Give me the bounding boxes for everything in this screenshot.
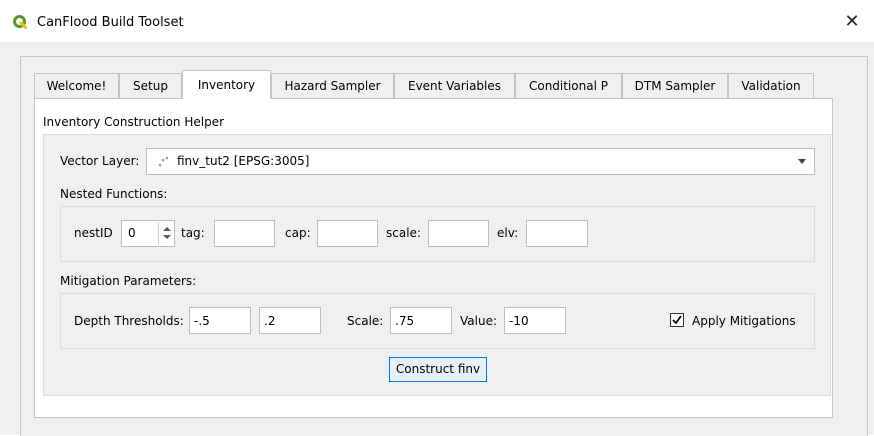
checkmark-icon	[672, 315, 682, 325]
tab-validation[interactable]: Validation	[728, 73, 814, 98]
depth-high-input[interactable]	[259, 307, 321, 334]
nestid-spinbox[interactable]: 0	[121, 220, 175, 247]
section-title: Inventory Construction Helper	[43, 115, 225, 129]
nestid-label: nestID	[74, 226, 113, 240]
tab-welcome[interactable]: Welcome!	[34, 73, 119, 98]
cap-label: cap:	[285, 226, 311, 240]
tag-label: tag:	[181, 226, 205, 240]
depth-low-input[interactable]	[189, 307, 251, 334]
tab-setup[interactable]: Setup	[119, 73, 182, 98]
spin-down-icon[interactable]	[163, 235, 171, 239]
apply-mitigations-label: Apply Mitigations	[692, 314, 796, 328]
mitigation-parameters-label: Mitigation Parameters:	[60, 274, 197, 288]
spin-up-icon[interactable]	[163, 227, 171, 231]
apply-mitigations-checkbox[interactable]	[670, 313, 684, 327]
mitigation-scale-label: Scale:	[347, 314, 384, 328]
tab-hazard-sampler[interactable]: Hazard Sampler	[271, 73, 394, 98]
tab-conditional-p[interactable]: Conditional P	[515, 73, 622, 98]
mitigation-value-input[interactable]	[504, 307, 566, 334]
nestid-value: 0	[128, 226, 136, 240]
depth-thresholds-label: Depth Thresholds:	[74, 314, 184, 328]
elv-input[interactable]	[526, 220, 588, 247]
vector-layer-value: finv_tut2 [EPSG:3005]	[177, 154, 310, 168]
elv-label: elv:	[497, 226, 519, 240]
point-layer-icon	[158, 156, 169, 167]
construct-finv-button[interactable]: Construct finv	[389, 357, 487, 382]
nested-functions-label: Nested Functions:	[60, 187, 168, 201]
tab-dtm-sampler[interactable]: DTM Sampler	[622, 73, 728, 98]
tag-input[interactable]	[214, 220, 275, 247]
mitigation-value-label: Value:	[460, 314, 497, 328]
close-icon[interactable]: ✕	[842, 12, 862, 32]
vector-layer-label: Vector Layer:	[60, 154, 140, 168]
spin-buttons[interactable]	[158, 222, 175, 245]
chevron-down-icon[interactable]	[798, 159, 806, 164]
scale-label: scale:	[386, 226, 421, 240]
qgis-logo-icon	[13, 15, 27, 29]
vector-layer-combo[interactable]: finv_tut2 [EPSG:3005]	[146, 148, 815, 175]
tab-inventory[interactable]: Inventory	[182, 70, 271, 99]
cap-input[interactable]	[317, 220, 378, 247]
title-bar: CanFlood Build Toolset ✕	[0, 0, 874, 42]
window-title: CanFlood Build Toolset	[37, 15, 184, 30]
nested-scale-input[interactable]	[428, 220, 489, 247]
mitigation-scale-input[interactable]	[390, 307, 452, 334]
tab-event-variables[interactable]: Event Variables	[394, 73, 515, 98]
